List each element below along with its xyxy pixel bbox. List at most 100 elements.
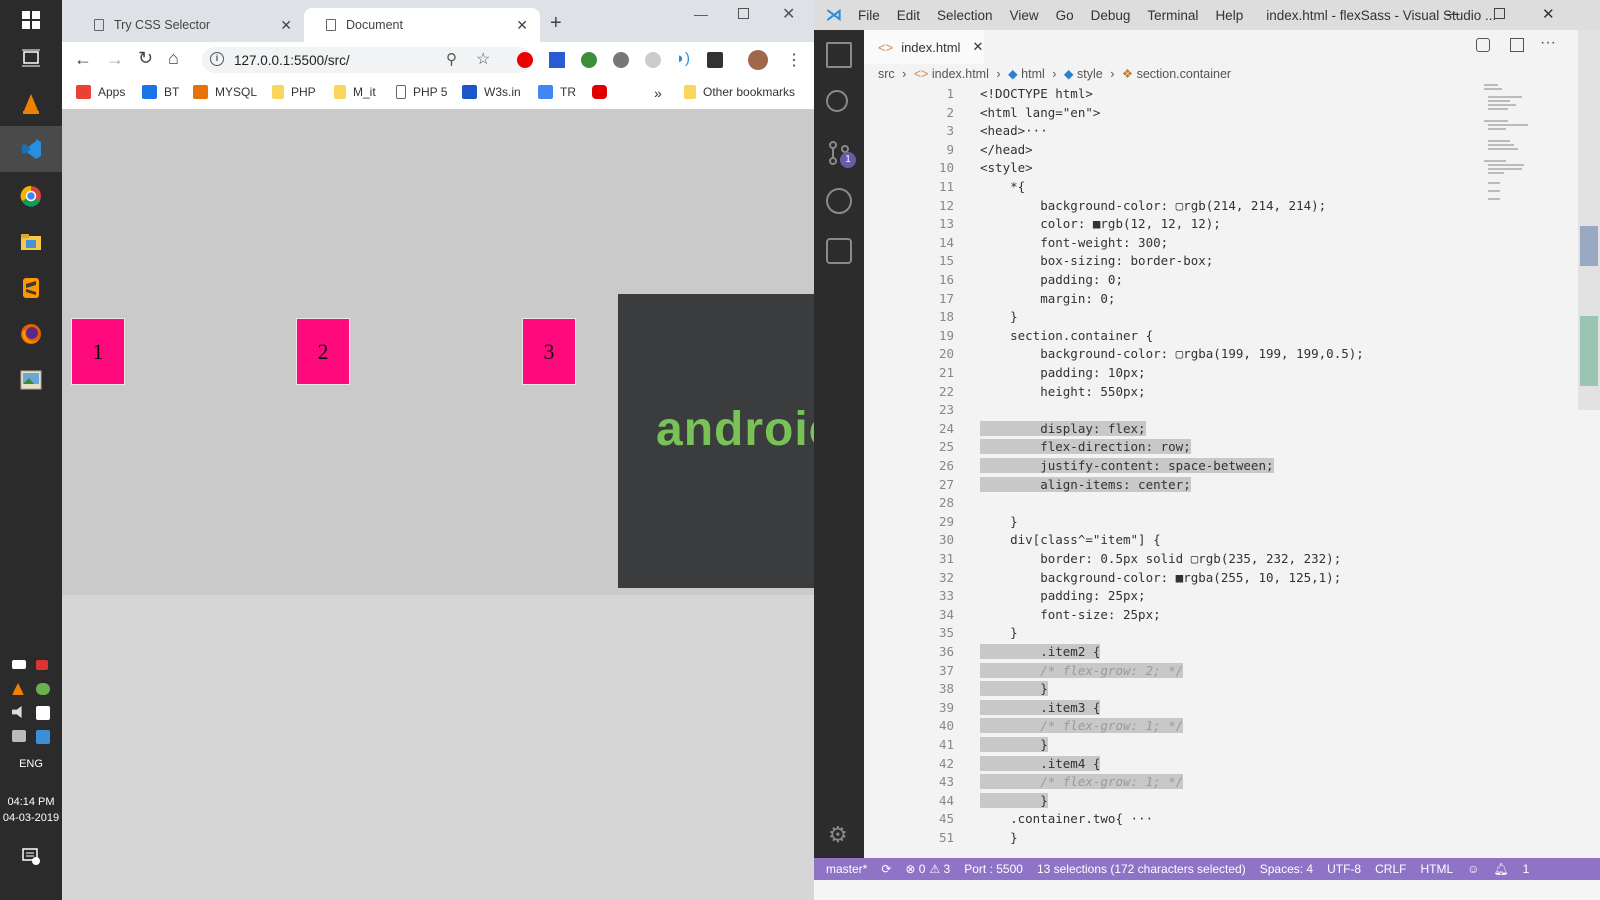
menu-debug[interactable]: Debug: [1091, 8, 1131, 23]
code-line[interactable]: font-size: 25px;: [980, 607, 1160, 622]
device-icon[interactable]: [36, 730, 50, 744]
code-line[interactable]: /* flex-grow: 1; */: [980, 718, 1184, 734]
errors-count[interactable]: ⊗ 0: [905, 862, 925, 876]
firefox-icon[interactable]: [17, 320, 45, 348]
bookmark-tr[interactable]: TR: [538, 85, 576, 99]
feedback-smiley-icon[interactable]: ☺: [1467, 862, 1479, 876]
code-line[interactable]: margin: 0;: [980, 291, 1115, 306]
source-control-icon[interactable]: 1: [826, 140, 856, 168]
code-line[interactable]: <head>···: [980, 123, 1048, 138]
code-line[interactable]: display: flex;: [980, 420, 1146, 436]
security-icon[interactable]: [36, 706, 50, 720]
code-line[interactable]: box-sizing: border-box;: [980, 253, 1213, 268]
code-line[interactable]: }: [980, 625, 1018, 640]
code-line[interactable]: border: 0.5px solid ▢rgb(235, 232, 232);: [980, 551, 1341, 566]
code-line[interactable]: flex-direction: row;: [980, 439, 1191, 455]
code-line[interactable]: background-color: ■rgba(255, 10, 125,1);: [980, 570, 1341, 585]
branch-indicator[interactable]: master*: [826, 862, 867, 876]
menu-terminal[interactable]: Terminal: [1147, 8, 1198, 23]
breadcrumb-item[interactable]: index.html: [932, 67, 989, 81]
chrome-taskbar-icon[interactable]: [17, 182, 45, 210]
code-line[interactable]: font-weight: 300;: [980, 235, 1168, 250]
audio-extension-icon[interactable]: ◗): [676, 50, 690, 67]
code-line[interactable]: <!DOCTYPE html>: [980, 86, 1093, 101]
code-line[interactable]: padding: 0;: [980, 272, 1123, 287]
minimap[interactable]: [1482, 82, 1562, 242]
code-line[interactable]: }: [980, 681, 1048, 697]
code-line[interactable]: align-items: center;: [980, 476, 1191, 492]
new-tab-button[interactable]: +: [550, 12, 562, 35]
back-arrow-icon[interactable]: ←: [74, 49, 92, 70]
vlc-tray-icon[interactable]: [12, 683, 24, 695]
code-line[interactable]: div[class^="item"] {: [980, 532, 1161, 547]
code-line[interactable]: }: [980, 309, 1018, 324]
notification-bell-icon[interactable]: 🔔︎: [1493, 862, 1508, 876]
chrome-menu-icon[interactable]: ⋮: [786, 50, 802, 70]
menu-selection[interactable]: Selection: [937, 8, 993, 23]
save-extension-icon[interactable]: [549, 52, 565, 68]
reload-icon[interactable]: ↻: [138, 48, 153, 69]
bookmark-apps[interactable]: Apps: [76, 85, 125, 99]
selection-info[interactable]: 13 selections (172 characters selected): [1037, 862, 1246, 876]
menu-help[interactable]: Help: [1215, 8, 1243, 23]
sync-tray-icon[interactable]: [36, 683, 50, 695]
breadcrumb-item[interactable]: src: [878, 67, 895, 81]
maximize-button[interactable]: [738, 8, 749, 19]
vlc-icon[interactable]: [17, 90, 45, 118]
code-line[interactable]: justify-content: space-between;: [980, 458, 1274, 473]
bookmark-mysql[interactable]: MYSQL: [193, 85, 257, 99]
code-line[interactable]: <html lang="en">: [980, 105, 1100, 120]
code-line[interactable]: <style>: [980, 160, 1033, 175]
bookmark-star-icon[interactable]: ☆: [476, 49, 490, 69]
encoding[interactable]: UTF-8: [1327, 862, 1361, 876]
home-icon[interactable]: ⌂: [168, 48, 179, 69]
settings-gear-icon[interactable]: ⚙: [828, 822, 848, 848]
editor-tab-index-html[interactable]: <> index.html ✕: [864, 30, 984, 64]
code-line[interactable]: padding: 25px;: [980, 588, 1145, 603]
chat-extension-icon[interactable]: [613, 52, 629, 68]
close-editor-icon[interactable]: ✕: [972, 39, 983, 55]
clock-date[interactable]: 04-03-2019: [0, 812, 62, 824]
photos-icon[interactable]: [17, 366, 45, 394]
clock-time[interactable]: 04:14 PM: [0, 796, 62, 808]
bookmark-php[interactable]: PHP: [272, 85, 316, 99]
breadcrumb-item[interactable]: html: [1021, 67, 1045, 81]
close-tab-icon[interactable]: ✕: [280, 17, 292, 34]
forward-arrow-icon[interactable]: →: [106, 49, 124, 70]
privacy-extension-icon[interactable]: [707, 52, 723, 68]
menu-edit[interactable]: Edit: [897, 8, 920, 23]
network-error-icon[interactable]: [36, 660, 48, 670]
code-line[interactable]: *{: [980, 179, 1025, 194]
battery-icon[interactable]: [12, 660, 26, 669]
menu-file[interactable]: File: [858, 8, 880, 23]
code-line[interactable]: }: [980, 514, 1018, 529]
code-line[interactable]: .container.two{ ···: [980, 811, 1153, 826]
code-line[interactable]: section.container {: [980, 328, 1153, 343]
close-window-button[interactable]: ✕: [782, 4, 795, 24]
opera-extension-icon[interactable]: [517, 52, 533, 68]
code-line[interactable]: background-color: ▢rgba(199, 199, 199,0.…: [980, 346, 1364, 361]
breadcrumb-item[interactable]: section.container: [1137, 67, 1232, 81]
close-tab-icon[interactable]: ✕: [516, 17, 528, 34]
code-line[interactable]: .item3 {: [980, 699, 1101, 715]
windows-start-icon[interactable]: [17, 6, 45, 34]
minimize-button[interactable]: —: [1446, 6, 1460, 21]
bookmark-m-it[interactable]: M_it: [334, 85, 376, 99]
code-line[interactable]: }: [980, 830, 1018, 845]
bookmark-youtube[interactable]: [592, 85, 614, 99]
debug-icon[interactable]: [826, 188, 852, 214]
code-line[interactable]: padding: 10px;: [980, 365, 1145, 380]
address-bar[interactable]: i 127.0.0.1:5500/src/ ⚲ ☆: [202, 47, 532, 73]
code-line[interactable]: color: ■rgb(12, 12, 12);: [980, 216, 1221, 231]
sublime-text-icon[interactable]: [17, 274, 45, 302]
search-icon[interactable]: [826, 90, 848, 112]
code-line[interactable]: /* flex-grow: 2; */: [980, 662, 1184, 678]
code-line[interactable]: .item4 {: [980, 755, 1101, 771]
zoom-icon[interactable]: ⚲: [446, 50, 457, 68]
profile-avatar[interactable]: [748, 50, 768, 70]
code-line[interactable]: .item2 {: [980, 644, 1101, 659]
warnings-count[interactable]: ⚠ 3: [929, 862, 950, 876]
indentation[interactable]: Spaces: 4: [1260, 862, 1313, 876]
input-language[interactable]: ENG: [0, 758, 62, 770]
code-line[interactable]: height: 550px;: [980, 384, 1145, 399]
